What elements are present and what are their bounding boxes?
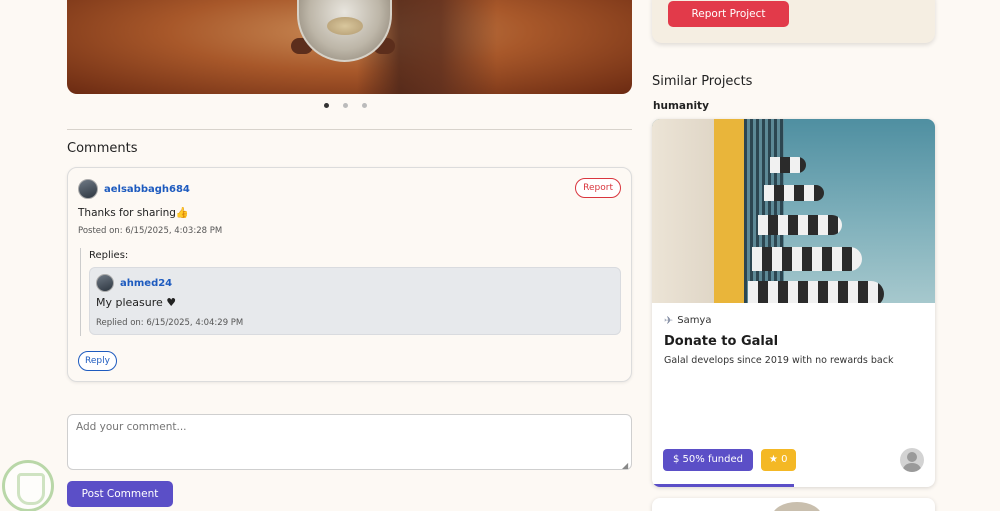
reply-text: My pleasure ♥ <box>96 296 177 309</box>
reply-username[interactable]: ahmed24 <box>120 278 172 289</box>
comment-card: aelsabbagh684 Report Thanks for sharing👍… <box>67 167 632 382</box>
report-comment-button[interactable]: Report <box>575 178 621 198</box>
post-comment-button[interactable]: Post Comment <box>67 481 173 507</box>
project-card[interactable]: ✈ Samya Donate to Galal Galal develops s… <box>652 119 935 487</box>
report-card: Report Project <box>652 0 935 43</box>
comments-title: Comments <box>67 141 138 156</box>
resize-handle-icon[interactable]: ◢ <box>622 461 628 470</box>
replies-border <box>80 248 81 336</box>
carousel-dot-1[interactable] <box>324 103 329 108</box>
site-logo <box>2 460 54 511</box>
reply-item: ahmed24 My pleasure ♥ Replied on: 6/15/2… <box>89 267 621 335</box>
reply-header: ahmed24 <box>96 274 172 292</box>
project-card-next[interactable] <box>652 498 935 511</box>
building-glass <box>744 119 784 303</box>
section-divider <box>67 129 632 130</box>
project-owner: ✈ Samya <box>664 314 711 327</box>
building-stripe <box>714 119 744 303</box>
replies-label: Replies: <box>89 250 129 261</box>
category-label: humanity <box>653 100 709 112</box>
comment-input[interactable] <box>67 414 632 470</box>
balcony <box>764 185 824 201</box>
owner-name: Samya <box>677 315 712 326</box>
comment-header: aelsabbagh684 <box>78 179 190 199</box>
balcony <box>758 215 842 235</box>
comment-username[interactable]: aelsabbagh684 <box>104 184 190 195</box>
carousel-dot-3[interactable] <box>362 103 367 108</box>
reply-date: Replied on: 6/15/2025, 4:04:29 PM <box>96 318 244 328</box>
avatar <box>78 179 98 199</box>
comment-date: Posted on: 6/15/2025, 4:03:28 PM <box>78 226 223 236</box>
reply-button[interactable]: Reply <box>78 351 117 371</box>
owner-avatar[interactable] <box>900 448 924 472</box>
funding-progress-bar <box>652 484 794 487</box>
balcony <box>770 157 806 173</box>
balcony <box>748 281 884 303</box>
star-icon: ★ <box>769 454 778 465</box>
avatar <box>96 274 114 292</box>
paper-plane-icon: ✈ <box>664 314 674 327</box>
carousel-dot-2[interactable] <box>343 103 348 108</box>
rating-badge: ★ 0 <box>761 449 796 471</box>
project-image <box>67 0 632 94</box>
report-project-button[interactable]: Report Project <box>668 1 789 27</box>
similar-projects-title: Similar Projects <box>652 74 753 89</box>
comment-text: Thanks for sharing👍 <box>78 207 190 219</box>
carousel-indicators <box>324 103 367 108</box>
funded-badge: $ 50% funded <box>663 449 753 471</box>
project-description: Galal develops since 2019 with no reward… <box>664 355 894 366</box>
project-thumbnail <box>652 119 935 303</box>
project-title[interactable]: Donate to Galal <box>664 334 778 349</box>
balcony <box>752 247 862 271</box>
rating-value: 0 <box>781 454 788 465</box>
